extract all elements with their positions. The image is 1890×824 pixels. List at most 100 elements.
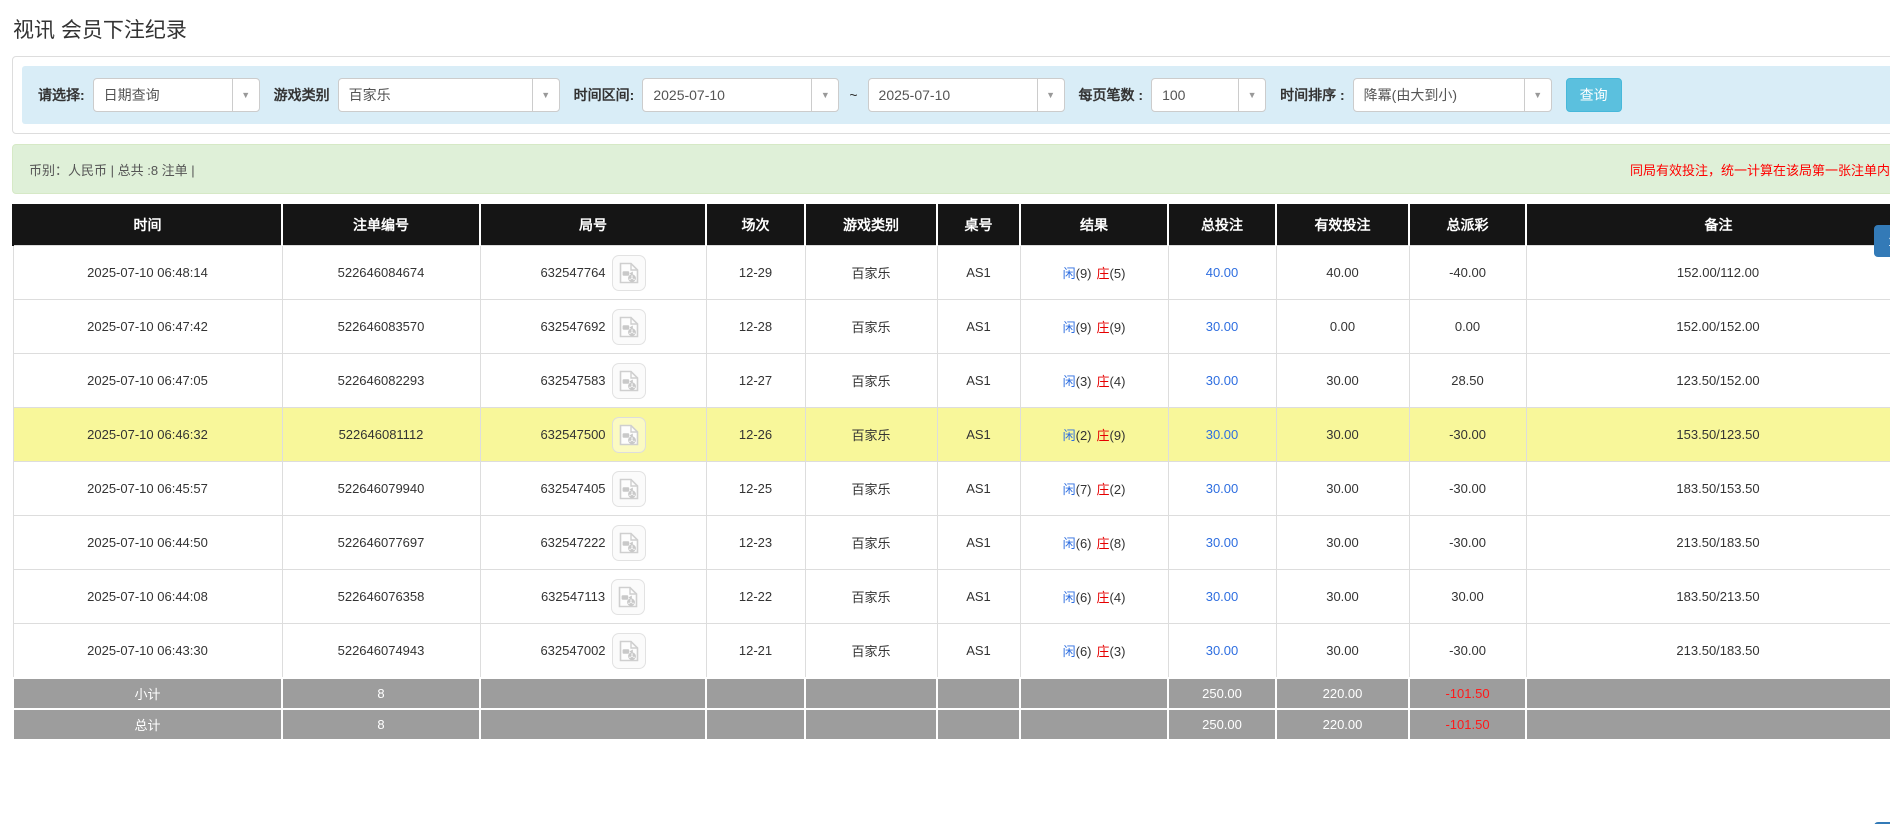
cell-session: 12-23 — [706, 516, 805, 570]
result-banker-points: (4) — [1110, 374, 1126, 389]
cell-session: 12-27 — [706, 354, 805, 408]
game-type-select[interactable]: 百家乐 ▼ — [338, 78, 560, 112]
video-replay-button[interactable] — [612, 363, 646, 399]
result-banker-points: (3) — [1110, 644, 1126, 659]
summary-empty-cell — [1020, 709, 1168, 740]
page-size-label: 每页笔数 : — [1079, 85, 1144, 105]
cell-valid-bet: 30.00 — [1276, 462, 1409, 516]
cell-session: 12-26 — [706, 408, 805, 462]
date-from-select[interactable]: 2025-07-10 ▼ — [642, 78, 839, 112]
cell-payout: -30.00 — [1409, 624, 1526, 679]
cell-remark: 183.50/213.50 — [1526, 570, 1890, 624]
col-header-time: 时间 — [13, 204, 282, 246]
summary-empty-cell — [1020, 678, 1168, 709]
total-bet-link[interactable]: 30.00 — [1206, 535, 1239, 550]
cell-total-bet: 30.00 — [1168, 300, 1276, 354]
video-replay-button[interactable] — [612, 525, 646, 561]
video-replay-button[interactable] — [612, 255, 646, 291]
video-replay-button[interactable] — [612, 471, 646, 507]
query-type-value: 日期查询 — [94, 85, 232, 105]
table-row: 2025-07-10 06:44:08522646076358632547113… — [13, 570, 1890, 624]
cell-bet-time: 2025-07-10 06:46:32 — [13, 408, 282, 462]
video-file-icon — [619, 532, 639, 554]
result-banker-label: 庄 — [1097, 428, 1110, 443]
summary-empty-cell — [1526, 678, 1890, 709]
date-to-select[interactable]: 2025-07-10 ▼ — [868, 78, 1065, 112]
round-id-text: 632547764 — [540, 265, 605, 280]
cell-payout: 28.50 — [1409, 354, 1526, 408]
cell-bet-time: 2025-07-10 06:48:14 — [13, 246, 282, 300]
cell-result: 闲(3)庄(4) — [1020, 354, 1168, 408]
cell-result: 闲(9)庄(5) — [1020, 246, 1168, 300]
total-bet-link[interactable]: 30.00 — [1206, 373, 1239, 388]
cell-remark: 213.50/183.50 — [1526, 516, 1890, 570]
total-bet-link[interactable]: 30.00 — [1206, 643, 1239, 658]
round-id-text: 632547583 — [540, 373, 605, 388]
result-banker-points: (4) — [1110, 590, 1126, 605]
cell-bet-id: 522646074943 — [282, 624, 480, 679]
date-to-value: 2025-07-10 — [869, 87, 1037, 103]
cell-bet-time: 2025-07-10 06:45:57 — [13, 462, 282, 516]
cell-session: 12-21 — [706, 624, 805, 679]
summary-alert-bar: 币别：人民币 | 总共 :8 注单 | 同局有效投注，统一计算在该局第一张注单内 — [12, 144, 1890, 194]
result-banker-label: 庄 — [1097, 590, 1110, 605]
cell-remark: 152.00/152.00 — [1526, 300, 1890, 354]
video-file-icon — [618, 586, 638, 608]
video-file-icon — [619, 640, 639, 662]
total-bet-link[interactable]: 40.00 — [1206, 265, 1239, 280]
total-bet-link[interactable]: 30.00 — [1206, 319, 1239, 334]
col-header-game-type: 游戏类别 — [805, 204, 937, 246]
result-banker-points: (2) — [1110, 482, 1126, 497]
total-bet-link[interactable]: 30.00 — [1206, 427, 1239, 442]
cell-session: 12-28 — [706, 300, 805, 354]
sort-order-label: 时间排序 : — [1280, 85, 1345, 105]
sort-order-value: 降冪(由大到小) — [1354, 85, 1524, 105]
cell-remark: 183.50/153.50 — [1526, 462, 1890, 516]
subtotal-row: 小计 8 250.00 220.00 -101.50 — [13, 678, 1890, 709]
cell-payout: 30.00 — [1409, 570, 1526, 624]
total-label: 总计 — [13, 709, 282, 740]
col-header-bet-id: 注单编号 — [282, 204, 480, 246]
currency-total-text: 币别：人民币 | 总共 :8 注单 | — [29, 160, 195, 179]
total-bet-link[interactable]: 30.00 — [1206, 481, 1239, 496]
cell-bet-time: 2025-07-10 06:44:50 — [13, 516, 282, 570]
page-size-select[interactable]: 100 ▼ — [1151, 78, 1266, 112]
page-size-value: 100 — [1152, 87, 1238, 103]
cell-game-type: 百家乐 — [805, 354, 937, 408]
cell-bet-time: 2025-07-10 06:47:05 — [13, 354, 282, 408]
query-button[interactable]: 查询 — [1566, 78, 1622, 112]
cell-bet-id: 522646082293 — [282, 354, 480, 408]
video-replay-button[interactable] — [611, 579, 645, 615]
cell-bet-id: 522646081112 — [282, 408, 480, 462]
sort-order-select[interactable]: 降冪(由大到小) ▼ — [1353, 78, 1552, 112]
col-header-table-no: 桌号 — [937, 204, 1020, 246]
cell-session: 12-29 — [706, 246, 805, 300]
cell-valid-bet: 40.00 — [1276, 246, 1409, 300]
game-type-value: 百家乐 — [339, 85, 532, 105]
cell-total-bet: 40.00 — [1168, 246, 1276, 300]
cell-table-no: AS1 — [937, 246, 1020, 300]
result-banker-label: 庄 — [1097, 374, 1110, 389]
pagination-page-1[interactable]: 1 — [1874, 225, 1890, 257]
cell-bet-time: 2025-07-10 06:43:30 — [13, 624, 282, 679]
summary-empty-cell — [480, 678, 706, 709]
cell-result: 闲(7)庄(2) — [1020, 462, 1168, 516]
cell-payout: -40.00 — [1409, 246, 1526, 300]
chevron-down-icon: ▼ — [1524, 79, 1551, 111]
total-bet-link[interactable]: 30.00 — [1206, 589, 1239, 604]
col-header-payout: 总派彩 — [1409, 204, 1526, 246]
total-count: 8 — [282, 709, 480, 740]
cell-result: 闲(6)庄(8) — [1020, 516, 1168, 570]
cell-valid-bet: 30.00 — [1276, 408, 1409, 462]
cell-game-type: 百家乐 — [805, 516, 937, 570]
video-replay-button[interactable] — [612, 309, 646, 345]
cell-game-type: 百家乐 — [805, 300, 937, 354]
cell-payout: -30.00 — [1409, 462, 1526, 516]
cell-payout: 0.00 — [1409, 300, 1526, 354]
cell-game-type: 百家乐 — [805, 570, 937, 624]
col-header-valid-bet: 有效投注 — [1276, 204, 1409, 246]
query-type-select[interactable]: 日期查询 ▼ — [93, 78, 260, 112]
video-replay-button[interactable] — [612, 633, 646, 669]
cell-round-id: 632547002 — [480, 624, 706, 679]
video-replay-button[interactable] — [612, 417, 646, 453]
